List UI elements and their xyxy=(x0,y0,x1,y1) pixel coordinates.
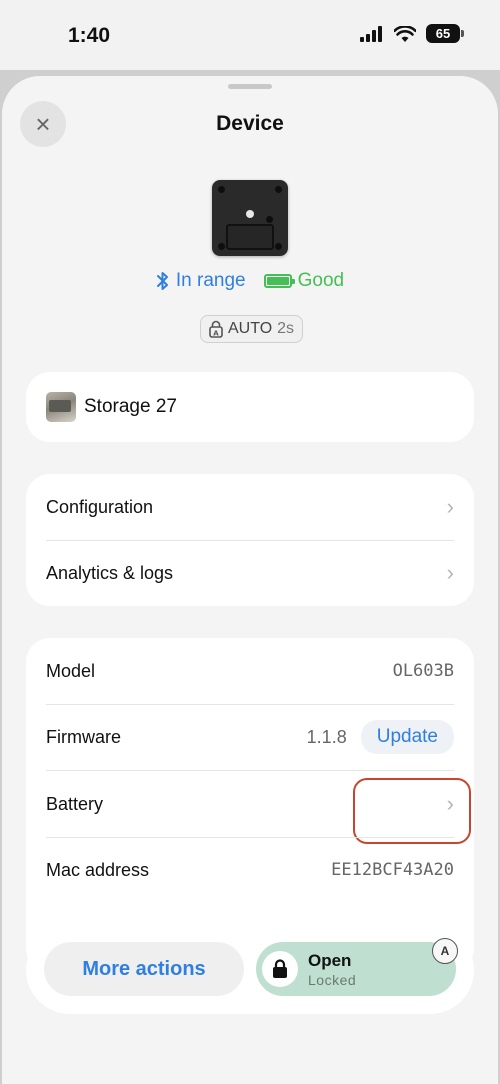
chevron-right-icon: › xyxy=(446,791,454,816)
open-lock-button[interactable]: Open Locked A xyxy=(256,938,458,996)
battery-good-icon xyxy=(263,274,295,288)
mac-address-value: EE12BCF43A20 xyxy=(331,860,454,880)
battery-level: 65 xyxy=(435,26,451,41)
configuration-label: Configuration xyxy=(46,496,154,517)
svg-text:A: A xyxy=(213,330,219,338)
bluetooth-icon xyxy=(156,272,168,290)
mac-address-row: Mac address EE12BCF43A20 xyxy=(46,837,454,903)
device-sheet: × Device In range Good A AUTO 2s Storage… xyxy=(2,76,498,1084)
chevron-right-icon: › xyxy=(446,560,454,585)
nav-card: Configuration › Analytics & logs › xyxy=(26,474,474,606)
battery-icon: 65 xyxy=(426,24,464,43)
page-title: Device xyxy=(216,112,284,135)
open-label: Open xyxy=(308,950,352,970)
battery-label: Battery xyxy=(46,793,104,814)
model-row: Model OL603B xyxy=(46,638,454,704)
status-icons: 65 xyxy=(360,24,464,43)
device-info-card: Model OL603B Firmware 1.1.8 Update Batte… xyxy=(26,638,474,972)
auto-badge-letter: A xyxy=(440,944,450,958)
lock-icon xyxy=(262,951,298,987)
range-label: In range xyxy=(175,270,246,291)
sheet-grabber[interactable] xyxy=(228,84,272,89)
analytics-logs-row[interactable]: Analytics & logs › xyxy=(46,540,454,606)
battery-row[interactable]: Battery › xyxy=(46,771,454,837)
open-text: Open Locked xyxy=(308,951,356,988)
range-status: In range xyxy=(156,270,246,292)
update-button[interactable]: Update xyxy=(360,720,454,754)
chevron-right-icon: › xyxy=(446,494,454,519)
firmware-label: Firmware xyxy=(46,726,121,747)
battery-status-label: Good xyxy=(297,270,345,291)
lock-status: Locked xyxy=(308,971,357,988)
wifi-icon xyxy=(394,25,416,42)
storage-card[interactable]: Storage 27 xyxy=(26,372,474,442)
configuration-row[interactable]: Configuration › xyxy=(46,474,454,540)
actions-bar: More actions Open Locked A xyxy=(26,926,474,1014)
status-bar: 1:40 65 xyxy=(0,0,500,70)
firmware-row: Firmware 1.1.8 Update xyxy=(46,704,454,770)
status-time: 1:40 xyxy=(68,24,111,47)
mac-address-label: Mac address xyxy=(46,859,150,880)
auto-mode-icon: A xyxy=(432,938,458,964)
more-actions-button[interactable]: More actions xyxy=(44,942,244,996)
auto-lock-chip: A AUTO 2s xyxy=(200,315,304,343)
signal-icon xyxy=(360,25,382,42)
analytics-logs-label: Analytics & logs xyxy=(46,562,174,583)
auto-label: AUTO xyxy=(228,320,273,337)
auto-lock-icon: A xyxy=(209,320,223,338)
battery-status: Good xyxy=(263,270,345,292)
model-label: Model xyxy=(46,660,96,681)
model-value: OL603B xyxy=(392,661,454,681)
device-image xyxy=(212,180,288,256)
storage-name: Storage 27 xyxy=(84,396,177,417)
firmware-version: 1.1.8 xyxy=(306,726,347,747)
storage-thumbnail xyxy=(46,392,76,422)
auto-interval: 2s xyxy=(277,320,295,337)
device-status-row: In range Good xyxy=(2,270,498,292)
